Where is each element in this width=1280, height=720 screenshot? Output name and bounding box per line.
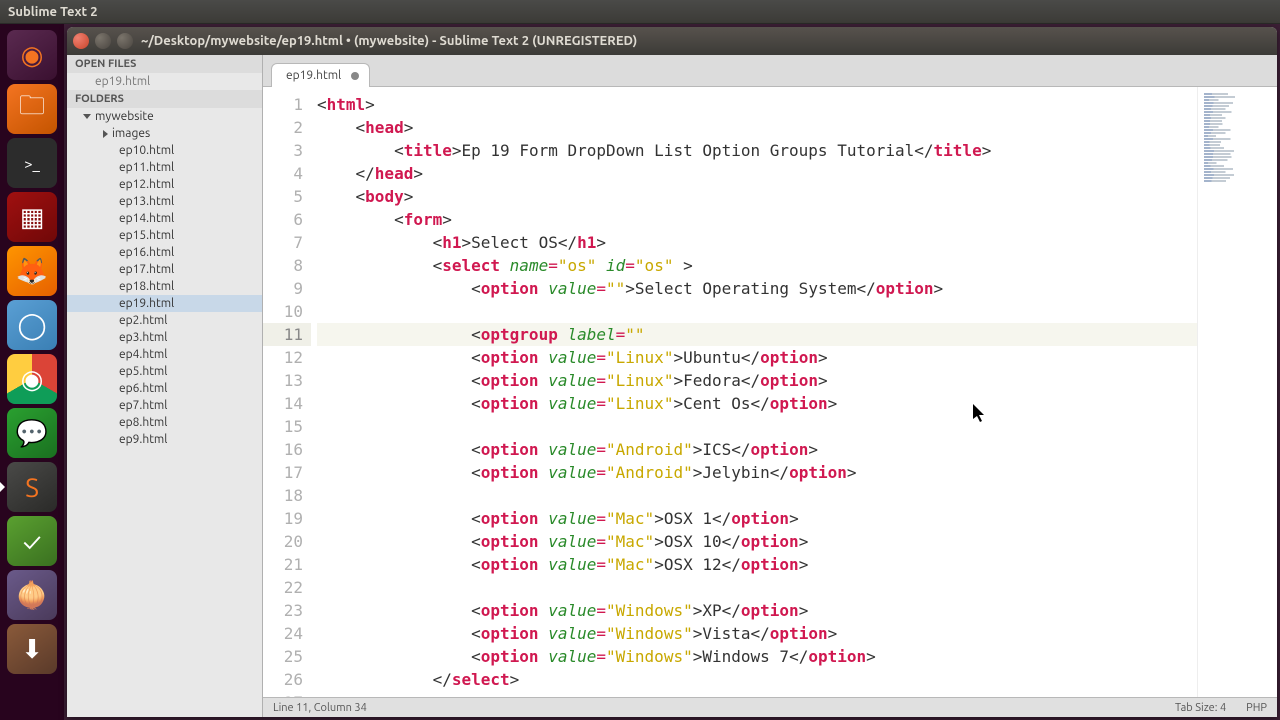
sublime-icon[interactable]: S — [7, 462, 57, 512]
tabbar: ep19.html — [263, 55, 1277, 87]
tab-ep19[interactable]: ep19.html — [271, 63, 370, 87]
folder-root[interactable]: mywebsite — [67, 108, 262, 125]
code-line[interactable] — [317, 484, 1197, 507]
dash-icon[interactable]: ◉ — [7, 30, 57, 80]
file-item[interactable]: ep10.html — [67, 142, 262, 159]
file-item[interactable]: ep4.html — [67, 346, 262, 363]
open-file-item[interactable]: ep19.html — [67, 73, 262, 90]
code-line[interactable]: <h1>Select OS</h1> — [317, 231, 1197, 254]
code-line[interactable]: <option value="Mac">OSX 12</option> — [317, 553, 1197, 576]
file-item[interactable]: ep15.html — [67, 227, 262, 244]
file-item[interactable]: ep11.html — [67, 159, 262, 176]
window-title: ~/Desktop/mywebsite/ep19.html • (mywebsi… — [141, 34, 637, 48]
topbar-title: Sublime Text 2 — [8, 5, 98, 19]
file-item[interactable]: ep18.html — [67, 278, 262, 295]
nautilus-icon[interactable]: 🗀 — [7, 84, 57, 134]
folders-header: FOLDERS — [67, 90, 262, 108]
code-line[interactable]: <head> — [317, 116, 1197, 139]
maximize-icon[interactable] — [117, 33, 133, 49]
status-position: Line 11, Column 34 — [273, 702, 367, 714]
chevron-right-icon — [103, 130, 108, 138]
hangouts-icon[interactable]: 💬 — [7, 408, 57, 458]
code-line[interactable]: <option value="Linux">Ubuntu</option> — [317, 346, 1197, 369]
code-line[interactable] — [317, 300, 1197, 323]
window-controls — [73, 33, 133, 49]
terminal-icon[interactable]: >_ — [7, 138, 57, 188]
chevron-down-icon — [83, 114, 91, 119]
code-line[interactable] — [317, 415, 1197, 438]
statusbar: Line 11, Column 34 Tab Size: 4 PHP — [263, 697, 1277, 717]
file-item[interactable]: ep5.html — [67, 363, 262, 380]
chromium-icon[interactable]: ◯ — [7, 300, 57, 350]
titlebar[interactable]: ~/Desktop/mywebsite/ep19.html • (mywebsi… — [67, 27, 1277, 55]
file-item[interactable]: ep19.html — [67, 295, 262, 312]
code-line[interactable]: <form> — [317, 208, 1197, 231]
code-line[interactable]: <option value="Android">Jelybin</option> — [317, 461, 1197, 484]
sublime-window: ~/Desktop/mywebsite/ep19.html • (mywebsi… — [67, 27, 1277, 717]
status-tabsize[interactable]: Tab Size: 4 — [1175, 702, 1226, 714]
code-line[interactable]: <title>Ep 19 Form DropDown List Option G… — [317, 139, 1197, 162]
code-line[interactable]: </head> — [317, 162, 1197, 185]
code-line[interactable] — [317, 691, 1197, 697]
open-files-header: OPEN FILES — [67, 55, 262, 73]
file-item[interactable]: ep17.html — [67, 261, 262, 278]
feedly-icon[interactable]: ✓ — [7, 516, 57, 566]
file-item[interactable]: ep8.html — [67, 414, 262, 431]
code-line[interactable]: <select name="os" id="os" > — [317, 254, 1197, 277]
code-line[interactable]: <option value="Android">ICS</option> — [317, 438, 1197, 461]
folder-sub-label: images — [112, 127, 150, 140]
close-icon[interactable] — [73, 33, 89, 49]
tab-label: ep19.html — [286, 69, 341, 82]
minimap[interactable] — [1197, 87, 1277, 697]
dirty-indicator-icon — [351, 72, 359, 80]
remmina-icon[interactable]: ▦ — [7, 192, 57, 242]
file-item[interactable]: ep6.html — [67, 380, 262, 397]
file-item[interactable]: ep14.html — [67, 210, 262, 227]
code-line[interactable]: <optgroup label="" — [317, 323, 1197, 346]
tor-icon[interactable]: 🧅 — [7, 570, 57, 620]
file-item[interactable]: ep16.html — [67, 244, 262, 261]
file-item[interactable]: ep13.html — [67, 193, 262, 210]
code-line[interactable]: <option value="Windows">XP</option> — [317, 599, 1197, 622]
gutter: 1234567891011121314151617181920212223242… — [263, 87, 311, 697]
code-line[interactable]: <option value="Windows">Vista</option> — [317, 622, 1197, 645]
folder-images[interactable]: images — [67, 125, 262, 142]
file-item[interactable]: ep7.html — [67, 397, 262, 414]
code-line[interactable]: <html> — [317, 93, 1197, 116]
file-item[interactable]: ep9.html — [67, 431, 262, 448]
code-line[interactable]: <option value="Mac">OSX 1</option> — [317, 507, 1197, 530]
code-area[interactable]: <html> <head> <title>Ep 19 Form DropDown… — [311, 87, 1197, 697]
workspace: ~/Desktop/mywebsite/ep19.html • (mywebsi… — [64, 24, 1280, 720]
status-syntax[interactable]: PHP — [1246, 702, 1267, 714]
unity-launcher: ◉🗀>_▦🦊◯◉💬S✓🧅⬇ — [0, 24, 64, 720]
code-line[interactable]: <body> — [317, 185, 1197, 208]
file-item[interactable]: ep3.html — [67, 329, 262, 346]
code-line[interactable]: <option value="Linux">Fedora</option> — [317, 369, 1197, 392]
code-line[interactable]: <option value="Mac">OSX 10</option> — [317, 530, 1197, 553]
chrome-icon[interactable]: ◉ — [7, 354, 57, 404]
code-line[interactable]: <option value="">Select Operating System… — [317, 277, 1197, 300]
ubuntu-topbar: Sublime Text 2 — [0, 0, 1280, 24]
code-line[interactable]: <option value="Windows">Windows 7</optio… — [317, 645, 1197, 668]
downloads-icon[interactable]: ⬇ — [7, 624, 57, 674]
file-item[interactable]: ep2.html — [67, 312, 262, 329]
editor[interactable]: 1234567891011121314151617181920212223242… — [263, 87, 1277, 697]
code-line[interactable]: <option value="Linux">Cent Os</option> — [317, 392, 1197, 415]
folder-root-label: mywebsite — [95, 110, 154, 123]
file-item[interactable]: ep12.html — [67, 176, 262, 193]
sidebar: OPEN FILES ep19.html FOLDERS mywebsite i… — [67, 55, 263, 717]
code-line[interactable]: </select> — [317, 668, 1197, 691]
content-area: OPEN FILES ep19.html FOLDERS mywebsite i… — [67, 55, 1277, 717]
editor-area: ep19.html 123456789101112131415161718192… — [263, 55, 1277, 717]
minimize-icon[interactable] — [95, 33, 111, 49]
firefox-icon[interactable]: 🦊 — [7, 246, 57, 296]
code-line[interactable] — [317, 576, 1197, 599]
